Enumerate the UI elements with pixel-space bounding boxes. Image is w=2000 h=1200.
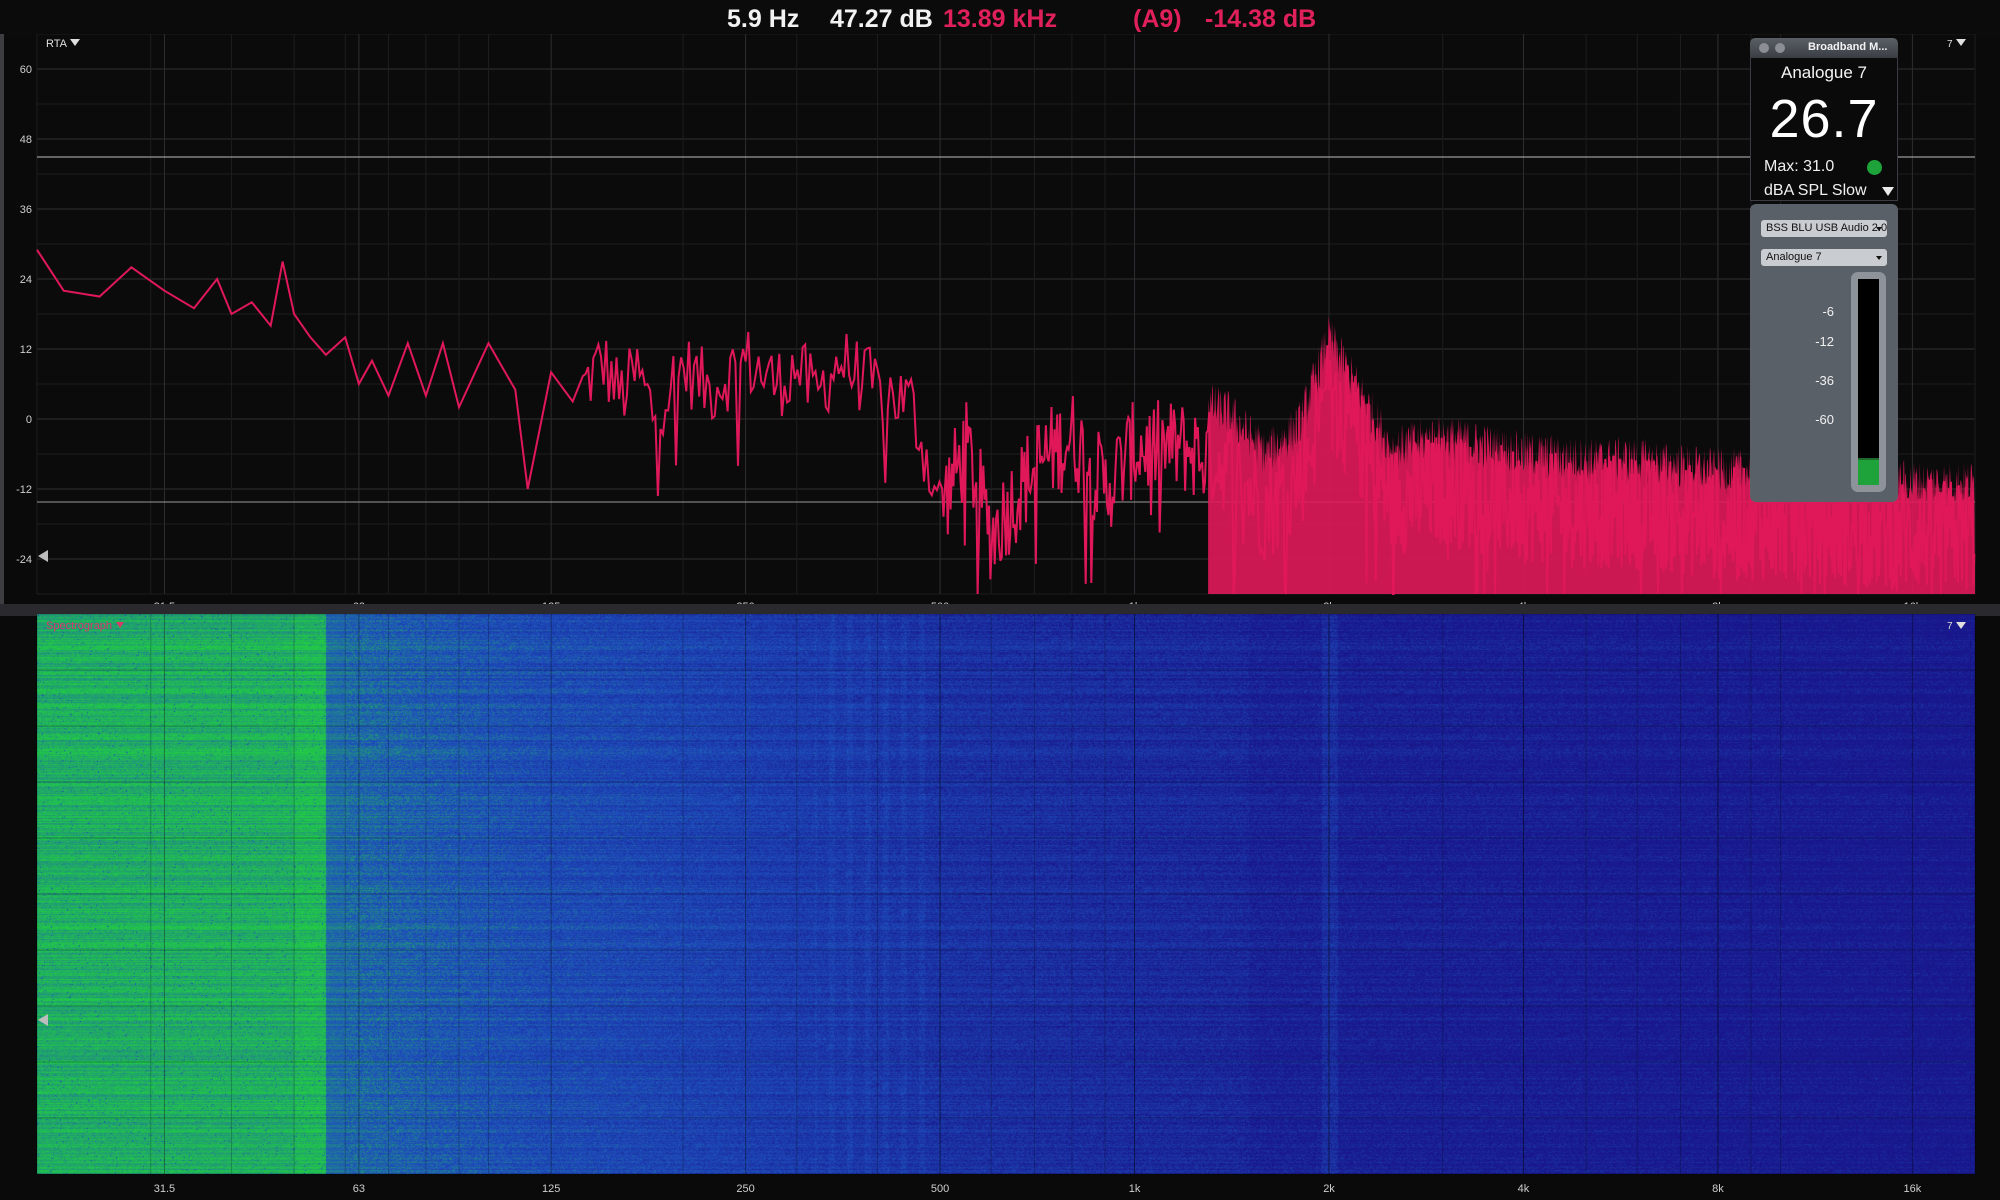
- meter-mode-label[interactable]: dBA SPL Slow: [1764, 182, 1867, 200]
- spectrograph-x-tick-label: 2k: [1323, 1183, 1335, 1195]
- spectrograph-x-tick-label: 4k: [1518, 1183, 1530, 1195]
- meter-status-indicator: [1867, 160, 1882, 175]
- broadband-meter-title: Broadband M...: [1808, 41, 1888, 53]
- level-meter: [1858, 279, 1879, 485]
- rta-y-tick-label: -12: [16, 484, 32, 496]
- meter-max-value: Max: 31.0: [1764, 158, 1835, 175]
- spectrograph-x-tick-label: 125: [542, 1183, 560, 1195]
- spectrograph-x-tick-label: 63: [353, 1183, 365, 1195]
- channel-select-chevron-icon: [1876, 256, 1882, 260]
- meter-tick: -6: [1822, 304, 1834, 319]
- spectrograph-x-axis: 31.5 63 125 250 500 1k 2k 4k 8k 16k: [154, 1183, 1922, 1195]
- rta-menu-label[interactable]: 7: [1947, 39, 1953, 50]
- spectrograph-overlay: 31.5 63 125 250 500 1k 2k 4k 8k 16k Spectrograph …: [36, 614, 1976, 1195]
- rta-y-tick-label: 60: [20, 64, 32, 76]
- rta-y-tick-label: 24: [20, 274, 32, 286]
- rta-y-tick-label: -24: [16, 554, 32, 566]
- spectrograph-panel[interactable]: 31.5 63 125 250 500 1k 2k 4k 8k 16k Spectrograph …: [0, 614, 2000, 1200]
- rta-y-tick-label: 0: [26, 414, 32, 426]
- meter-tick: -36: [1815, 373, 1834, 388]
- spectrograph-menu-chevron-icon[interactable]: [116, 622, 124, 628]
- spectrograph-x-tick-label: 31.5: [154, 1183, 175, 1195]
- channel-select-value: Analogue 7: [1766, 251, 1822, 263]
- readout-bar: 5.9 Hz 47.27 dB 13.89 kHz (A9) -14.38 dB: [0, 0, 2000, 38]
- level-meter-frame: [1851, 272, 1886, 492]
- readout-peak-frequency: 13.89 kHz: [943, 5, 1057, 33]
- spectrograph-x-tick-label: 16k: [1904, 1183, 1922, 1195]
- spectrograph-panel-label[interactable]: Spectrograph: [46, 620, 112, 632]
- spectrograph-x-tick-label: 250: [736, 1183, 754, 1195]
- spectrograph-settings-chevron-icon[interactable]: [1956, 622, 1966, 629]
- broadband-meter-window[interactable]: Broadband M... Analogue 7 26.7 Max: 31.0…: [1750, 38, 1898, 502]
- broadband-meter-titlebar[interactable]: Broadband M...: [1750, 38, 1898, 58]
- channel-select[interactable]: Analogue 7: [1761, 249, 1887, 266]
- rta-panel[interactable]: 60483624120-12-24 31.5631252505001k2k4k8…: [0, 34, 2000, 616]
- device-select-chevron-icon: [1876, 227, 1882, 231]
- window-close-icon[interactable]: [1759, 43, 1769, 53]
- rta-y-tick-label: 12: [20, 344, 32, 356]
- meter-value: 26.7: [1769, 89, 1879, 149]
- meter-channel-name: Analogue 7: [1780, 63, 1868, 82]
- readout-weighted-level: -14.38 dB: [1205, 5, 1317, 33]
- meter-mode-dropdown-icon[interactable]: [1882, 187, 1894, 196]
- spectrograph-x-tick-label: 8k: [1712, 1183, 1724, 1195]
- rta-y-tick-label: 48: [20, 134, 32, 146]
- device-select[interactable]: BSS BLU USB Audio 2.0: [1761, 220, 1887, 237]
- readout-frequency: 5.9 Hz: [727, 5, 800, 33]
- meter-tick: -12: [1815, 334, 1834, 349]
- rta-panel-label[interactable]: RTA: [46, 38, 68, 50]
- spectrograph-menu-label[interactable]: 7: [1947, 621, 1953, 632]
- meter-tick: -60: [1815, 412, 1834, 427]
- broadband-meter-display: Analogue 7 26.7 Max: 31.0 dBA SPL Slow: [1750, 58, 1898, 201]
- level-meter-fill: [1858, 458, 1879, 485]
- readout-level: 47.27 dB: [830, 5, 933, 33]
- spectrograph-grid: [36, 614, 1976, 1175]
- spectrograph-x-tick-label: 500: [931, 1183, 949, 1195]
- window-minimize-icon[interactable]: [1775, 43, 1785, 53]
- spectrograph-x-tick-label: 1k: [1129, 1183, 1141, 1195]
- spectrograph-marker-handle-icon[interactable]: [38, 1014, 48, 1026]
- broadband-meter-controls: BSS BLU USB Audio 2.0 Analogue 7 -6 -12 …: [1750, 204, 1898, 502]
- device-select-value: BSS BLU USB Audio 2.0: [1766, 222, 1887, 234]
- rta-y-axis: 60 48 36 24 12 0 -12 -24: [16, 64, 32, 566]
- readout-weighting: (A9): [1133, 5, 1182, 33]
- rta-y-tick-label: 36: [20, 204, 32, 216]
